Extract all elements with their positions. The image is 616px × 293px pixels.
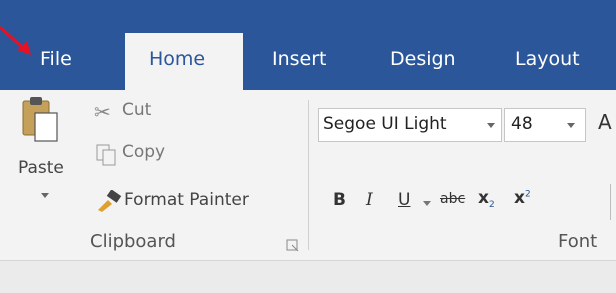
copy-label: Copy [122,142,166,162]
subscript-mark-icon: 2 [488,200,495,211]
ribbon: Paste ✂ Cut Copy Format Painter Clipboar… [0,90,616,261]
chevron-down-icon [567,123,575,128]
format-painter-label: Format Painter [124,190,249,210]
underline-button[interactable]: U [398,190,410,210]
tab-file[interactable]: File [40,48,72,70]
title-bar [0,0,616,90]
clipboard-dialog-launcher[interactable] [286,238,300,252]
font-name-value: Segoe UI Light [323,114,447,134]
chevron-down-icon [41,193,49,198]
font-size-value: 48 [511,114,533,134]
grow-font-button[interactable]: A [598,110,612,134]
font-group-label: Font [558,231,598,252]
clipboard-icon [22,97,58,142]
document-area [0,261,616,293]
chevron-down-icon [487,123,495,128]
paste-button[interactable]: Paste [14,90,69,182]
bold-button[interactable]: B [333,190,346,210]
format-painter-button[interactable]: Format Painter [94,188,294,214]
paintbrush-icon [98,190,122,212]
italic-button[interactable]: I [366,190,373,210]
superscript-glyph: x [514,188,525,208]
cut-button[interactable]: ✂ Cut [94,100,174,124]
scissors-icon: ✂ [94,100,111,124]
tab-design[interactable]: Design [390,48,456,70]
superscript-button[interactable]: x2 [514,188,531,208]
tab-layout[interactable]: Layout [515,48,580,70]
font-size-combo[interactable]: 48 [504,108,586,142]
paste-label: Paste [18,158,64,178]
tab-home[interactable]: Home [125,33,243,90]
group-separator [308,100,309,250]
cut-label: Cut [122,100,152,120]
copy-button[interactable]: Copy [94,142,194,166]
font-separator [610,184,611,220]
strikethrough-button[interactable]: abc [440,191,465,207]
subscript-glyph: x [478,188,489,208]
underline-dropdown-icon[interactable] [422,200,432,208]
copy-icon [96,144,116,166]
dialog-launcher-icon [286,239,299,252]
tab-home-label: Home [149,48,206,70]
tab-insert[interactable]: Insert [272,48,327,70]
subscript-button[interactable]: x2 [478,188,495,210]
clipboard-group-label: Clipboard [90,231,176,252]
font-name-combo[interactable]: Segoe UI Light [318,108,502,142]
paste-dropdown[interactable] [38,186,52,198]
annotation-arrow [0,25,31,55]
superscript-mark-icon: 2 [524,189,531,200]
